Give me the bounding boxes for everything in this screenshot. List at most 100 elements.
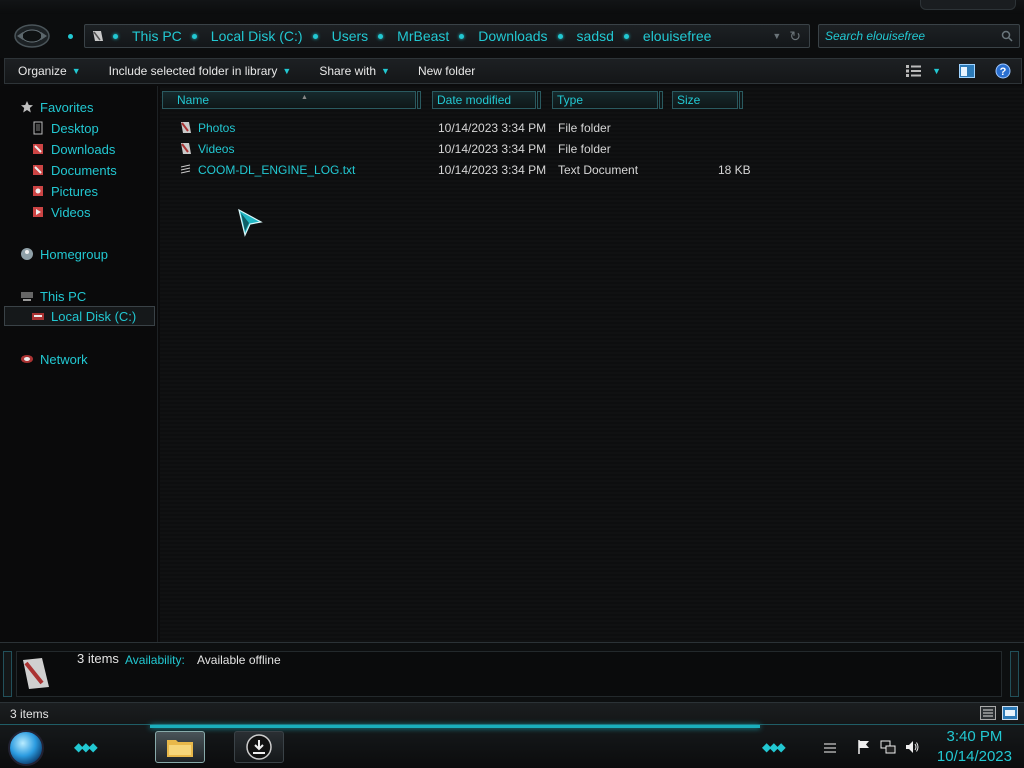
documents-icon [31, 163, 45, 177]
nav-desktop[interactable]: Desktop [31, 118, 99, 138]
nav-homegroup[interactable]: Homegroup [20, 244, 108, 264]
breadcrumb-downloads[interactable]: Downloads [449, 28, 548, 44]
window-top-frame [0, 0, 1024, 14]
download-app-icon [246, 734, 272, 760]
status-item-count: 3 items [10, 707, 49, 721]
breadcrumb-sadsd[interactable]: sadsd [548, 28, 614, 44]
folder-icon [180, 142, 192, 155]
address-bar[interactable]: This PC Local Disk (C:) Users MrBeast Do… [84, 24, 810, 48]
details-pane: 3 items Availability: Available offline [0, 642, 1024, 702]
file-date: 10/14/2023 3:34 PM [438, 142, 547, 156]
nav-dot [68, 34, 73, 39]
file-size: 18 KB [718, 163, 751, 177]
nav-this-pc[interactable]: This PC [20, 286, 86, 306]
show-hidden-icons-icon[interactable] [822, 739, 838, 755]
nav-network[interactable]: Network [20, 349, 88, 369]
start-button[interactable] [8, 730, 44, 766]
nav-documents[interactable]: Documents [31, 160, 117, 180]
file-list-pane[interactable]: ▲ Name Date modified Type Size Photos 10… [160, 86, 1024, 642]
share-with-button[interactable]: Share with ▼ [305, 59, 404, 83]
file-type: Text Document [558, 163, 639, 177]
nav-videos[interactable]: Videos [31, 202, 91, 222]
volume-icon[interactable] [904, 739, 920, 755]
status-bar: 3 items [0, 702, 1024, 724]
network-icon [20, 352, 34, 366]
breadcrumb-local-disk[interactable]: Local Disk (C:) [182, 28, 303, 44]
address-row: This PC Local Disk (C:) Users MrBeast Do… [0, 14, 1024, 58]
taskbar-app-button[interactable] [234, 731, 284, 763]
desktop-icon [31, 121, 45, 135]
clock-date: 10/14/2023 [936, 748, 1012, 765]
chevron-down-icon: ▼ [381, 66, 390, 76]
preview-pane-icon [959, 64, 975, 78]
file-row[interactable]: Videos 10/14/2023 3:34 PM File folder [160, 139, 760, 159]
taskbar: ◆◆◆ ◆◆◆ 3:40 PM 10/14/2023 [0, 724, 1024, 768]
navigation-pane: Favorites Desktop Downloads Documents Pi… [0, 86, 158, 642]
drive-icon [31, 309, 45, 323]
network-tray-icon[interactable] [880, 739, 896, 755]
downloads-icon [31, 142, 45, 156]
organize-button[interactable]: Organize ▼ [5, 59, 95, 83]
chevron-down-icon: ▼ [282, 66, 292, 76]
command-bar: Organize ▼ Include selected folder in lib… [4, 58, 1022, 84]
mouse-cursor-icon [238, 208, 263, 237]
file-type: File folder [558, 121, 611, 135]
clock[interactable]: 3:40 PM 10/14/2023 [937, 727, 1012, 767]
file-name: Photos [198, 121, 236, 135]
taskbar-decor-chevrons: ◆◆◆ [74, 740, 98, 754]
large-icons-view-icon[interactable] [1002, 706, 1018, 720]
taskbar-file-explorer-button[interactable] [155, 731, 205, 763]
column-header-type[interactable]: Type [552, 91, 663, 109]
address-dropdown-icon[interactable]: ▼ [772, 31, 781, 41]
view-dropdown-icon[interactable]: ▼ [932, 66, 941, 76]
folder-thumbnail-icon [20, 655, 52, 691]
search-input[interactable] [819, 25, 1019, 47]
breadcrumb-users[interactable]: Users [303, 28, 368, 44]
file-date: 10/14/2023 3:34 PM [438, 121, 547, 135]
computer-icon [20, 289, 34, 303]
clock-time: 3:40 PM [946, 728, 1003, 745]
star-icon [20, 100, 34, 114]
nav-local-disk[interactable]: Local Disk (C:) [4, 306, 155, 326]
action-center-flag-icon[interactable] [856, 739, 872, 755]
help-icon: ? [995, 63, 1011, 79]
breadcrumb-elouisefree[interactable]: elouisefree [614, 28, 711, 44]
search-icon[interactable] [1001, 30, 1013, 42]
file-date: 10/14/2023 3:34 PM [438, 163, 547, 177]
column-header-size[interactable]: Size [672, 91, 743, 109]
homegroup-icon [20, 247, 34, 261]
taskbar-accent-line [150, 725, 760, 728]
details-item-count: 3 items [77, 651, 119, 666]
nav-favorites[interactable]: Favorites [20, 97, 93, 117]
include-in-library-button[interactable]: Include selected folder in library ▼ [95, 59, 306, 83]
change-view-button[interactable] [902, 61, 926, 81]
refresh-icon[interactable]: ↻ [789, 28, 801, 45]
preview-pane-button[interactable] [955, 61, 979, 81]
window-caption-buttons[interactable] [920, 0, 1016, 10]
file-row[interactable]: COOM-DL_ENGINE_LOG.txt 10/14/2023 3:34 P… [160, 160, 760, 180]
pictures-icon [31, 184, 45, 198]
nav-pictures[interactable]: Pictures [31, 181, 98, 201]
breadcrumb-mrbeast[interactable]: MrBeast [368, 28, 449, 44]
back-forward-button[interactable] [13, 23, 51, 49]
new-folder-button[interactable]: New folder [404, 59, 489, 83]
availability-label: Availability: [125, 653, 185, 667]
help-button[interactable]: ? [991, 61, 1015, 81]
column-header-name[interactable]: ▲ Name [162, 91, 421, 109]
taskbar-decor-chevrons-right: ◆◆◆ [762, 740, 786, 754]
breadcrumb-this-pc[interactable]: This PC [109, 28, 182, 44]
svg-text:?: ? [1000, 66, 1007, 78]
file-name: COOM-DL_ENGINE_LOG.txt [198, 163, 356, 177]
availability-value: Available offline [197, 653, 281, 667]
nav-downloads[interactable]: Downloads [31, 139, 115, 159]
search-box[interactable] [818, 24, 1020, 48]
details-view-icon[interactable] [980, 706, 996, 720]
column-header-date-modified[interactable]: Date modified [432, 91, 541, 109]
file-row[interactable]: Photos 10/14/2023 3:34 PM File folder [160, 118, 760, 138]
text-file-icon [180, 163, 192, 176]
details-right-bracket [1010, 651, 1019, 697]
folder-location-icon [87, 25, 109, 47]
folder-icon [180, 121, 192, 134]
file-name: Videos [198, 142, 235, 156]
details-left-bracket [3, 651, 12, 697]
